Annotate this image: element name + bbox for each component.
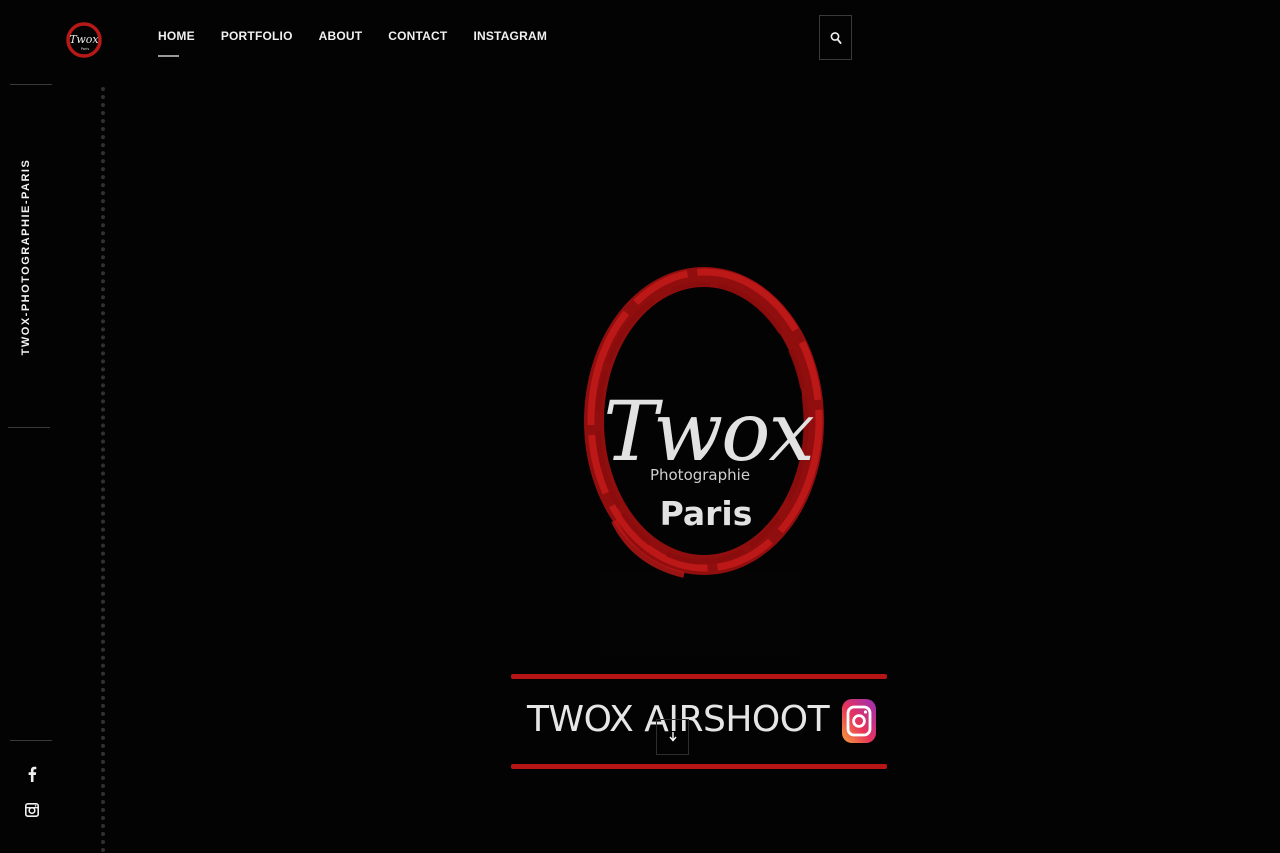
nav-home[interactable]: HOME bbox=[158, 28, 195, 57]
left-rail: TWOX-PHOTOGRAPHIE-PARIS bbox=[0, 0, 60, 853]
hero-logo: Twox Photographie Paris bbox=[584, 267, 824, 578]
nav-contact[interactable]: CONTACT bbox=[388, 28, 447, 48]
banner-instagram[interactable] bbox=[841, 698, 877, 744]
rail-divider-top bbox=[10, 84, 52, 85]
nav-about[interactable]: ABOUT bbox=[319, 28, 363, 48]
instagram-icon bbox=[25, 803, 39, 817]
site-logo[interactable]: Twox Paris bbox=[64, 17, 104, 63]
logo-emblem: Twox Paris bbox=[66, 22, 102, 58]
instagram-icon bbox=[842, 699, 876, 743]
nav-instagram[interactable]: INSTAGRAM bbox=[473, 28, 547, 48]
vertical-dotted-divider bbox=[101, 87, 105, 853]
instagram-link[interactable] bbox=[23, 801, 41, 819]
facebook-icon bbox=[28, 766, 37, 782]
search-icon bbox=[830, 31, 842, 44]
rail-divider-bottom bbox=[10, 740, 52, 741]
airshoot-banner: TWOX AIRSHOOT bbox=[511, 674, 887, 770]
chevron-down-icon bbox=[668, 732, 677, 742]
search-button[interactable] bbox=[819, 15, 852, 60]
logo-city: Paris bbox=[81, 47, 90, 51]
side-title: TWOX-PHOTOGRAPHIE-PARIS bbox=[20, 158, 32, 356]
rail-divider-middle bbox=[8, 427, 50, 428]
logo-wordmark: Twox bbox=[69, 33, 99, 46]
facebook-link[interactable] bbox=[23, 765, 41, 783]
page: TWOX-PHOTOGRAPHIE-PARIS Twox Paris HOME bbox=[0, 0, 1280, 853]
main-nav: HOME PORTFOLIO ABOUT CONTACT INSTAGRAM bbox=[158, 28, 573, 57]
hero-subtext: Photographie bbox=[650, 466, 750, 484]
scroll-down-button[interactable] bbox=[656, 719, 689, 755]
hero-city: Paris bbox=[660, 494, 753, 533]
nav-portfolio[interactable]: PORTFOLIO bbox=[221, 28, 293, 48]
banner-rule-top bbox=[511, 674, 887, 679]
banner-rule-bottom bbox=[511, 764, 887, 769]
hero-shadow bbox=[600, 570, 800, 680]
